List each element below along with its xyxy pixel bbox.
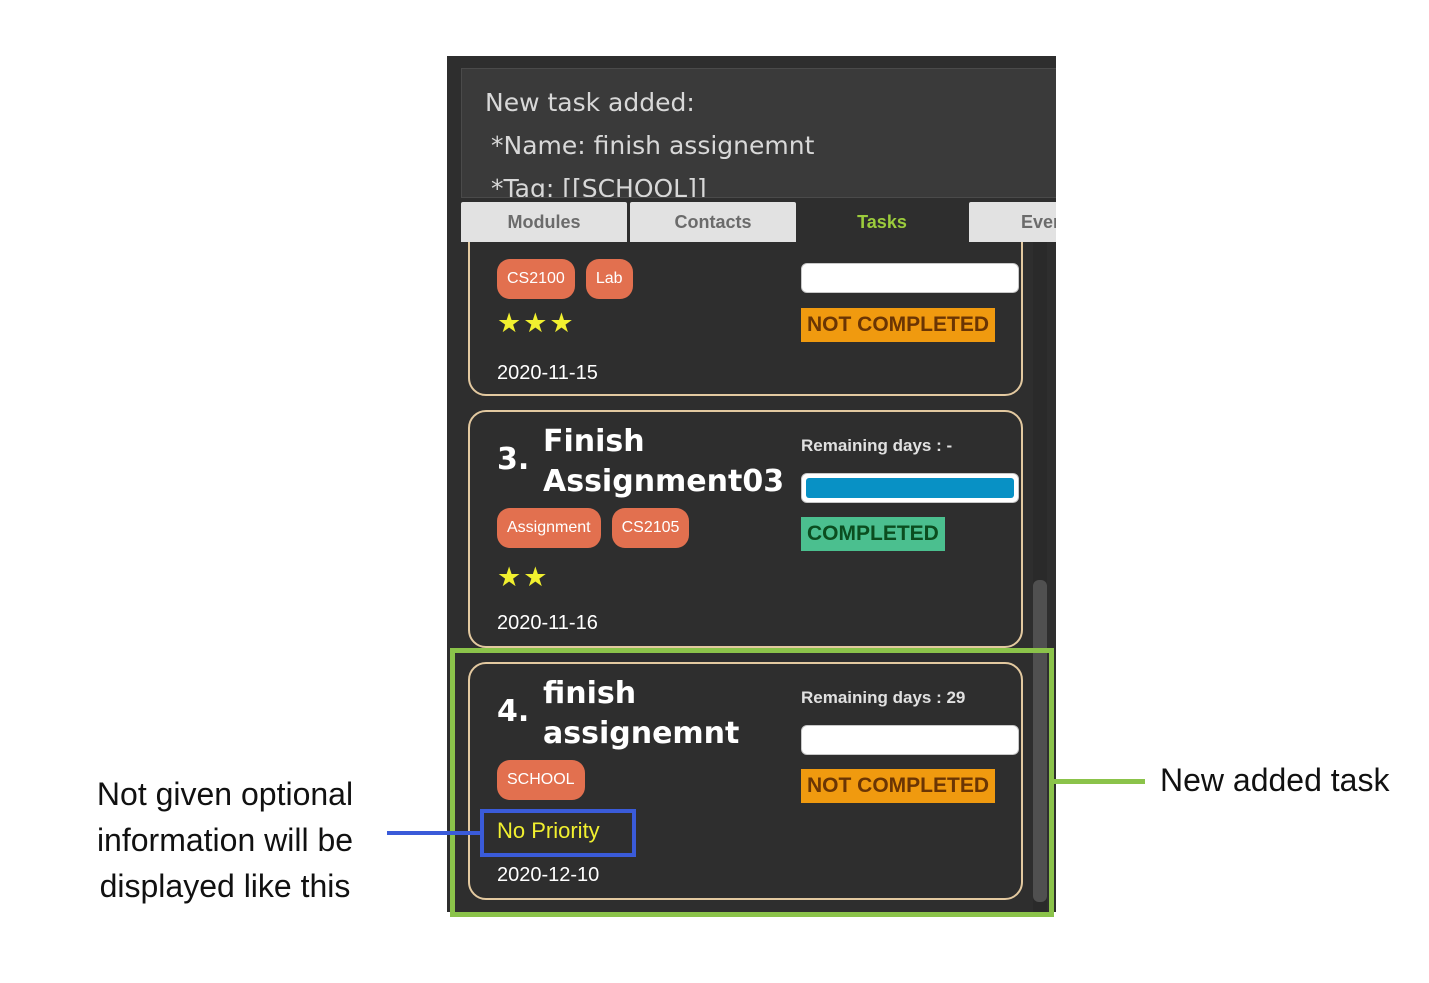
new-task-highlight: [450, 648, 1054, 917]
progress-bar: [801, 473, 1019, 503]
tag-chip: Assignment: [497, 508, 601, 548]
task-tags: CS2100 Lab: [497, 259, 633, 299]
task-title: Finish Assignment03: [543, 424, 785, 499]
tag-chip: Lab: [585, 259, 633, 299]
task-tags: Assignment CS2105: [497, 508, 690, 548]
result-line: *Name: finish assignemnt: [491, 131, 815, 160]
task-card[interactable]: CS2100 Lab ★★★ 2020-11-15 NOT COMPLETED: [468, 242, 1023, 396]
result-line: New task added:: [485, 88, 695, 117]
progress-bar: [801, 263, 1019, 293]
command-result-box: New task added: *Name: finish assignemnt…: [461, 68, 1056, 198]
task-date: 2020-11-15: [497, 362, 598, 384]
tab-tasks[interactable]: Tasks: [799, 202, 965, 242]
tag-chip: CS2100: [497, 259, 575, 299]
tab-events[interactable]: Events: [969, 202, 1056, 242]
remaining-days: Remaining days : -: [801, 436, 953, 455]
status-badge: NOT COMPLETED: [801, 308, 995, 342]
task-date: 2020-11-16: [497, 612, 598, 634]
progress-fill: [806, 478, 1014, 498]
tag-chip: CS2105: [611, 508, 690, 548]
tab-bar: Modules Contacts Tasks Events: [461, 202, 1056, 242]
task-card[interactable]: 3. Finish Assignment03 Remaining days : …: [468, 410, 1023, 648]
optional-info-note: Not given optional information will be d…: [96, 776, 354, 904]
priority-stars: ★★: [497, 562, 550, 593]
tab-contacts[interactable]: Contacts: [630, 202, 796, 242]
result-line: *Tag: [[SCHOOL]]: [491, 174, 707, 198]
no-priority-callout-line: [387, 831, 480, 835]
new-task-callout-line: [1054, 779, 1145, 784]
no-priority-highlight: [480, 809, 636, 857]
new-task-note: New added task: [1160, 762, 1390, 798]
task-index: 3.: [497, 442, 530, 477]
status-badge: COMPLETED: [801, 517, 945, 551]
tab-modules[interactable]: Modules: [461, 202, 627, 242]
priority-stars: ★★★: [497, 308, 576, 339]
